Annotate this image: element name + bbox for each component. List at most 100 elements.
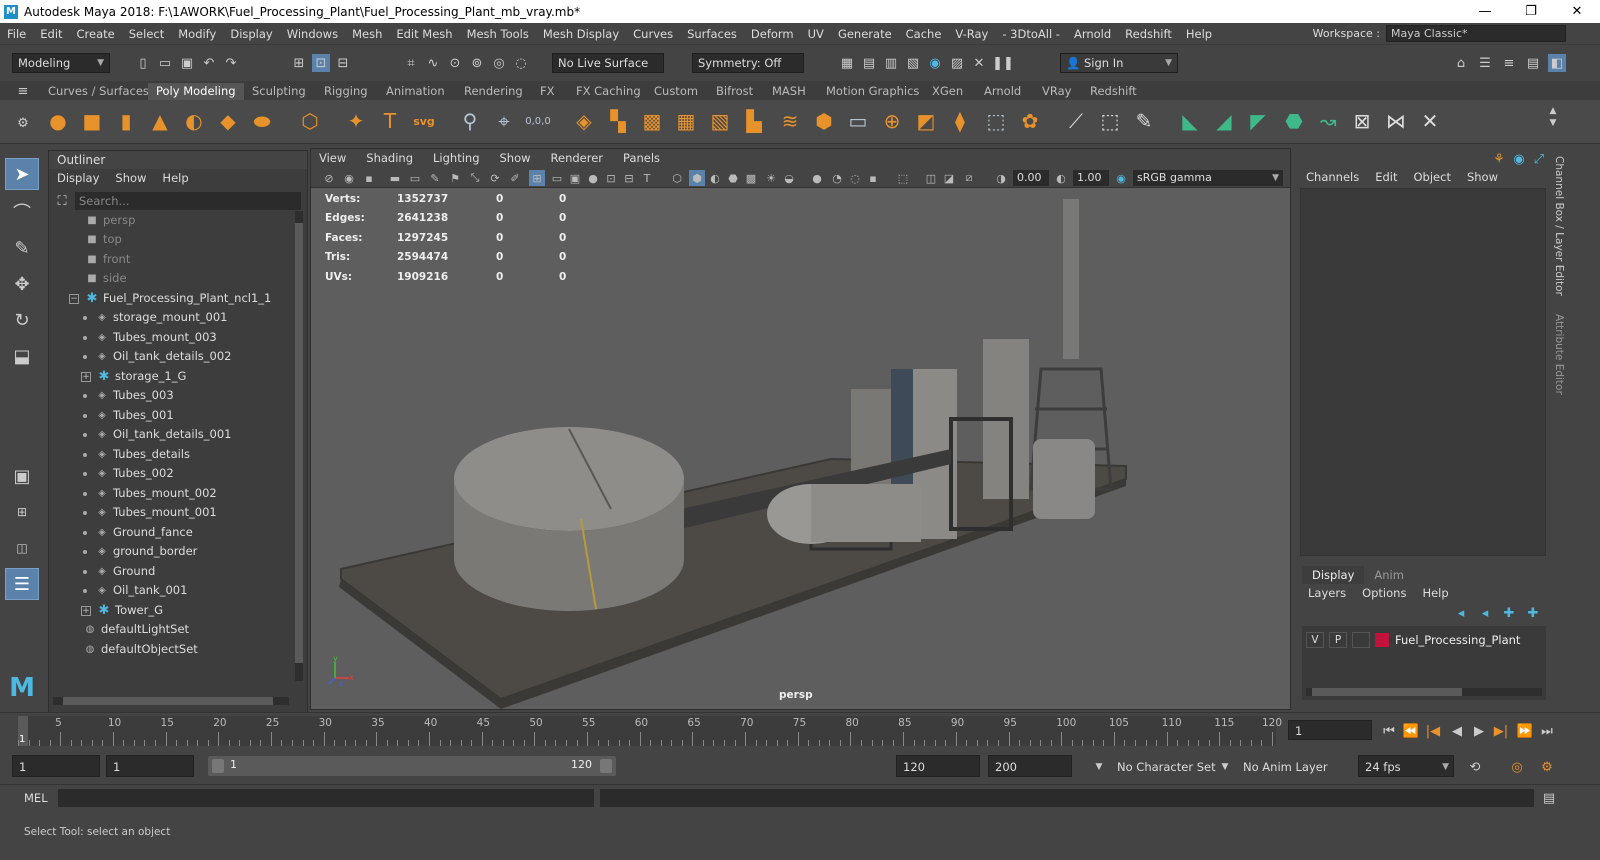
character-set-icon[interactable]: ▼ — [1090, 758, 1108, 776]
shelf-scroll-down-icon[interactable]: ▼ — [1544, 114, 1562, 132]
menu-edit[interactable]: Edit — [33, 27, 69, 41]
layer-name[interactable]: Fuel_Processing_Plant — [1395, 633, 1520, 647]
list-item[interactable]: ◈ Oil_tank_details_002 — [83, 347, 231, 366]
uv-planar-icon[interactable]: ⬚ — [1096, 107, 1124, 135]
list-item[interactable]: ◈ Oil_tank_details_001 — [83, 425, 231, 444]
connect-icon[interactable]: ◩ — [912, 107, 940, 135]
vray-ipr-icon[interactable]: ✕ — [970, 54, 988, 72]
shelf-menu-icon[interactable]: ≡ — [14, 82, 32, 100]
use-lights-icon[interactable]: ☀ — [763, 170, 779, 186]
outliner-horizontal-scrollbar[interactable] — [53, 697, 289, 705]
shadows-icon[interactable]: ◒ — [781, 170, 797, 186]
view-transform-select[interactable]: sRGB gamma ▼ — [1133, 170, 1283, 186]
scale-tool-icon[interactable]: ⬓ — [5, 340, 39, 372]
maximize-button[interactable]: ❐ — [1508, 0, 1554, 23]
viewport-menu-view[interactable]: View — [319, 149, 346, 168]
list-item[interactable]: ◈ Tubes_details — [83, 445, 190, 464]
shelf-tab-rigging[interactable]: Rigging — [316, 83, 376, 100]
attribute-editor-icon[interactable]: ☰ — [1476, 54, 1494, 72]
select-tool-icon[interactable]: ➤ — [5, 158, 39, 190]
current-frame-field[interactable]: 1 — [1288, 720, 1372, 740]
list-item[interactable]: ◈ Tubes_mount_003 — [83, 328, 217, 347]
image-plane-icon[interactable]: ▬ — [387, 170, 403, 186]
step-back-icon[interactable]: ⏪ — [1402, 722, 1420, 740]
character-set-select[interactable]: No Character Set — [1110, 755, 1222, 777]
default-material-icon[interactable]: ◐ — [707, 170, 723, 186]
layer-editor-icon[interactable]: ◧ — [1548, 54, 1566, 72]
redo-icon[interactable]: ↷ — [222, 54, 240, 72]
range-slider[interactable]: 1 120 — [208, 756, 616, 776]
go-to-start-icon[interactable]: ⏮ — [1380, 722, 1398, 740]
field-chart-icon[interactable]: ⊡ — [603, 170, 619, 186]
time-slider[interactable]: 1 5 10 15 20 25 30 35 40 45 50 55 60 65 70 75 80 85 90 95 1… — [0, 712, 1600, 748]
close-button[interactable]: ✕ — [1554, 0, 1600, 23]
filter-icon[interactable]: ⛶ — [53, 192, 71, 210]
shelf-tab-sculpting[interactable]: Sculpting — [244, 83, 314, 100]
layer-menu-help[interactable]: Help — [1422, 586, 1448, 600]
single-view-icon[interactable]: ▣ — [5, 460, 39, 492]
two-view-icon[interactable]: ◫ — [5, 532, 39, 564]
tab-display-layers[interactable]: Display — [1302, 566, 1365, 584]
quad-draw-icon[interactable]: ⬚ — [982, 107, 1010, 135]
select-object-icon[interactable]: ⊡ — [312, 54, 330, 72]
current-frame-marker[interactable]: 1 — [18, 716, 28, 746]
menu-mesh-tools[interactable]: Mesh Tools — [460, 27, 536, 41]
joint-tool-icon[interactable]: ⋈ — [1382, 107, 1410, 135]
extrude-icon[interactable]: ▧ — [706, 107, 734, 135]
fill-hole-icon[interactable]: ⬢ — [810, 107, 838, 135]
outliner-menu-show[interactable]: Show — [115, 169, 146, 187]
xray-icon[interactable]: ◫ — [923, 170, 939, 186]
outliner-menu-display[interactable]: Display — [57, 169, 99, 187]
bend-icon[interactable]: ◢ — [1210, 107, 1238, 135]
open-scene-icon[interactable]: ▭ — [156, 54, 174, 72]
pencil-icon[interactable]: ✐ — [507, 170, 523, 186]
list-item[interactable]: + ✱ storage_1_G — [81, 367, 186, 386]
list-item[interactable]: − ✱ Fuel_Processing_Plant_ncl1_1 — [69, 289, 271, 308]
viewport-menu-shading[interactable]: Shading — [366, 149, 413, 168]
shelf-tab-rendering[interactable]: Rendering — [456, 83, 531, 100]
viewport-menu-show[interactable]: Show — [500, 149, 531, 168]
tool-settings-icon[interactable]: ≡ — [1500, 54, 1518, 72]
modeling-toolkit-icon[interactable]: ⌂ — [1452, 54, 1470, 72]
play-backwards-icon[interactable]: ◀ — [1448, 722, 1466, 740]
gamma-field[interactable]: 1.00 — [1073, 170, 1109, 186]
play-forwards-icon[interactable]: ▶ — [1470, 722, 1488, 740]
viewport-menu-panels[interactable]: Panels — [623, 149, 660, 168]
workspace-select[interactable]: Maya Classic* — [1386, 25, 1566, 42]
list-item[interactable]: ◈ Tubes_002 — [83, 464, 174, 483]
script-editor-icon[interactable]: ▤ — [1540, 789, 1558, 807]
motion-blur-icon[interactable]: ◔ — [829, 170, 845, 186]
symmetry-select[interactable]: Symmetry: Off — [692, 53, 804, 73]
anim-layer-icon[interactable]: ▼ — [1216, 758, 1234, 776]
ipr-render-icon[interactable]: ▤ — [860, 54, 878, 72]
menu-modify[interactable]: Modify — [171, 27, 223, 41]
select-component-icon[interactable]: ⊟ — [334, 54, 352, 72]
smooth-shade-icon[interactable]: ⬢ — [689, 170, 705, 186]
shelf-tab-fx-caching[interactable]: FX Caching — [568, 83, 649, 100]
anim-layer-select[interactable]: No Anim Layer — [1236, 755, 1336, 777]
channel-box-area[interactable] — [1300, 188, 1546, 556]
shelf-tab-xgen[interactable]: XGen — [924, 83, 971, 100]
four-view-icon[interactable]: ⊞ — [5, 496, 39, 528]
new-layer-icon[interactable]: ✚ — [1500, 604, 1518, 622]
center-pivot-icon[interactable]: 0,0,0 — [524, 107, 552, 135]
menu-display[interactable]: Display — [223, 27, 279, 41]
super-shape-icon[interactable]: ✦ — [342, 107, 370, 135]
wave-icon[interactable]: ↝ — [1314, 107, 1342, 135]
shelf-tab-redshift[interactable]: Redshift — [1082, 83, 1145, 100]
channel-menu-show[interactable]: Show — [1467, 170, 1498, 184]
list-item[interactable]: ■ front — [85, 250, 130, 269]
layer-menu-layers[interactable]: Layers — [1308, 586, 1346, 600]
menu-redshift[interactable]: Redshift — [1118, 27, 1179, 41]
menu-mesh-display[interactable]: Mesh Display — [536, 27, 626, 41]
menu-deform[interactable]: Deform — [744, 27, 801, 41]
bookmark-flag-icon[interactable]: ⚑ — [447, 170, 463, 186]
target-weld-icon[interactable]: ⊕ — [878, 107, 906, 135]
gamma-icon[interactable]: ◐ — [1053, 170, 1069, 186]
menu-mesh[interactable]: Mesh — [345, 27, 389, 41]
film-gate-icon[interactable]: ▭ — [549, 170, 565, 186]
shelf-tab-curves-surfaces[interactable]: Curves / Surfaces — [40, 83, 157, 100]
collapse-icon[interactable]: − — [69, 293, 79, 304]
edge-loop-icon[interactable]: ⧫ — [946, 107, 974, 135]
paint-select-icon[interactable]: ✎ — [5, 232, 39, 264]
